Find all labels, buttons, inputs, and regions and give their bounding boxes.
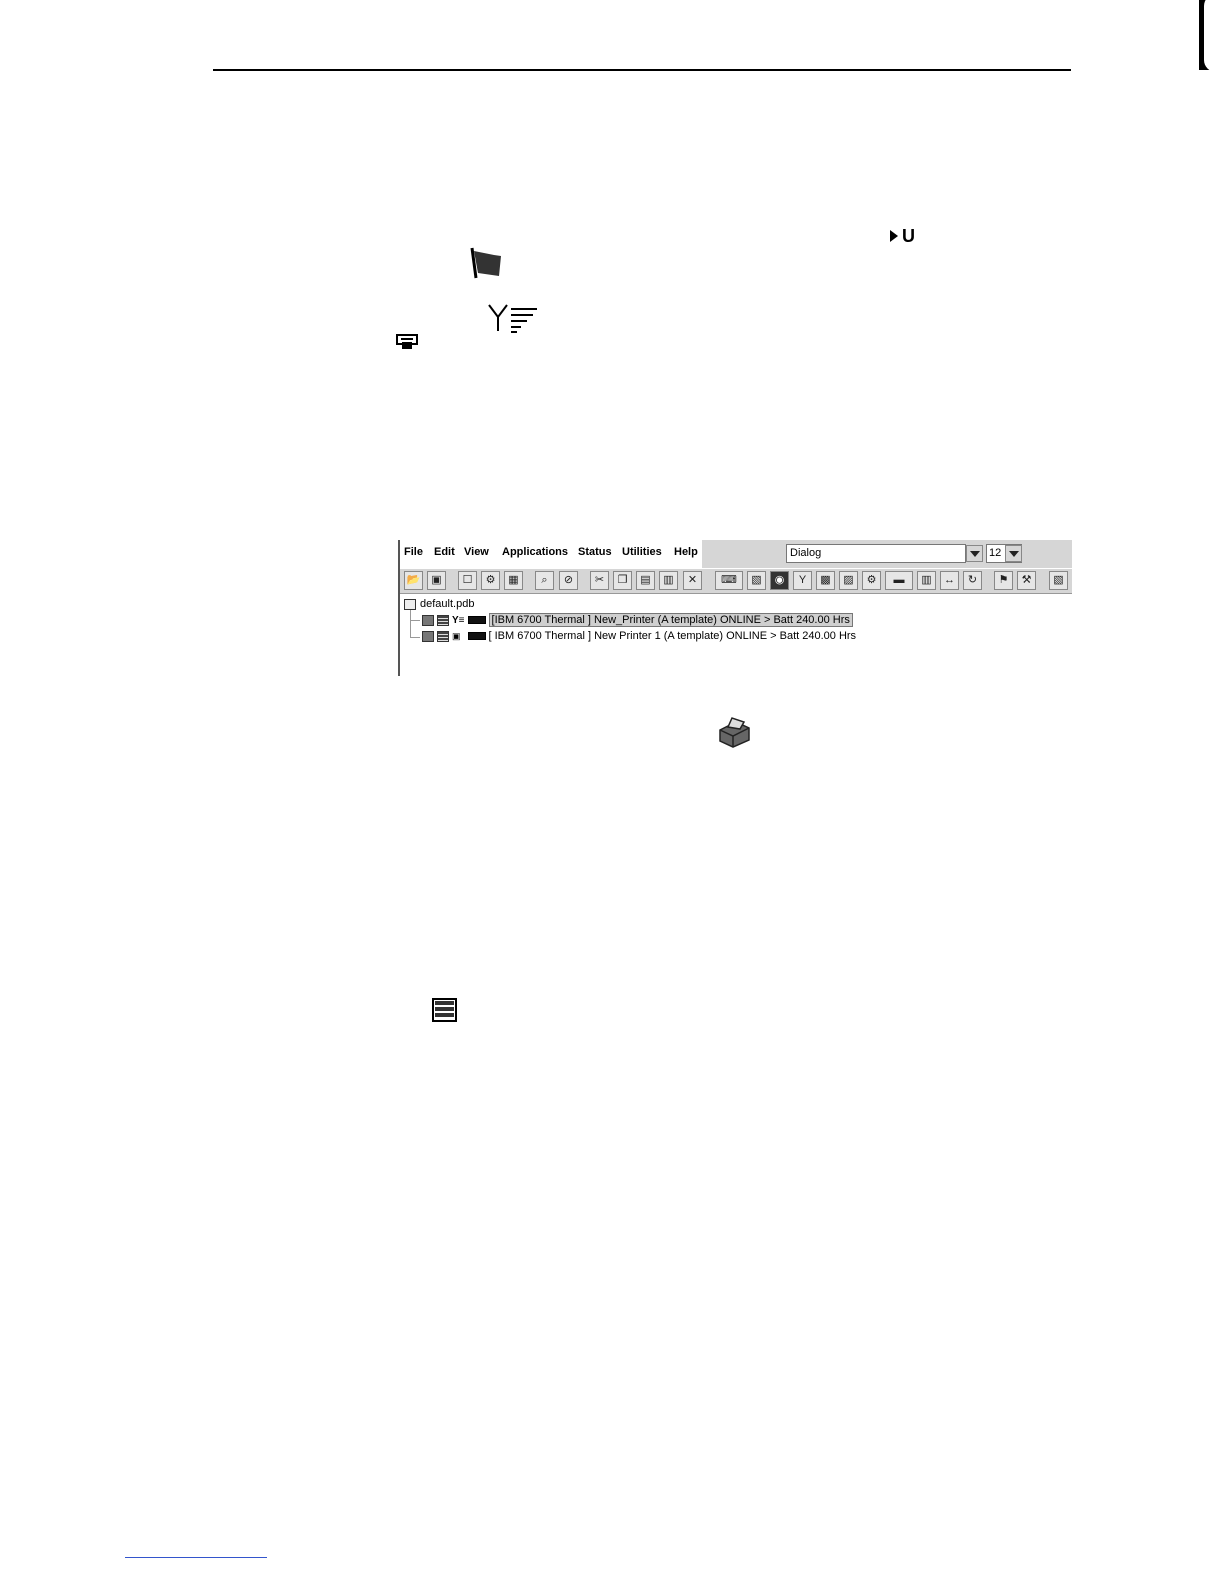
copy-icon[interactable]: ❐ [613,571,632,590]
inline-u-key: U [890,226,915,246]
antenna-icon: Y≡ [452,614,465,626]
disk-icon[interactable]: ◉ [770,571,789,590]
stop-icon[interactable]: ⊘ [559,571,578,590]
find-icon[interactable]: ⌕ [535,571,554,590]
printer-icon[interactable]: ▧ [747,571,766,590]
tree-connector [410,637,420,638]
printer-icon [422,614,434,626]
toolbar: 📂 ▣ ☐ ⚙ ▦ ⌕ ⊘ ✂ ❐ ▤ ▥ ✕ ⌨ ▧ ◉ Y ▩ ▨ ⚙ ▬ … [400,569,1072,594]
menu-help[interactable]: Help [674,546,698,558]
printer-help-icon[interactable]: ▧ [1049,571,1068,590]
list-icon [437,614,449,626]
tree-root-label: default.pdb [420,598,475,610]
printer-status-icon[interactable]: ▩ [816,571,835,590]
printer-tree: default.pdb Y≡ [IBM 6700 Thermal ] New_P… [400,594,1072,676]
tree-row-label: [IBM 6700 Thermal ] New_Printer (A templ… [488,613,853,627]
page-tab-edge-curve [1204,0,1224,72]
refresh-icon[interactable]: ↻ [963,571,982,590]
list-icon [437,630,449,642]
battery-icon [467,632,486,640]
keyboard-icon[interactable]: ⌨ [715,571,743,590]
network-icon: ▣ [452,630,461,641]
application-window: File Edit View Applications Status Utili… [398,540,1072,676]
display-icon[interactable]: ▬ [885,571,913,590]
font-size-dropdown-icon[interactable] [1005,545,1022,562]
printer-large-icon [719,717,750,748]
tree-connector [410,610,411,638]
menu-file[interactable]: File [404,546,423,558]
printer-settings-icon[interactable]: ⚙ [481,571,500,590]
menu-applications[interactable]: Applications [502,546,568,558]
connect-icon[interactable]: ↔ [940,571,959,590]
menu-utilities[interactable]: Utilities [622,546,662,558]
printer-small-icon [396,334,418,349]
flag-icon [470,247,501,279]
footer-link-rule [125,1557,267,1558]
folder-icon [404,598,416,610]
header-rule [213,69,1071,71]
printer-add-icon[interactable]: ▦ [504,571,523,590]
tree-row[interactable]: Y≡ [IBM 6700 Thermal ] New_Printer (A te… [422,613,853,627]
new-printer-icon[interactable]: ☐ [458,571,477,590]
antenna-icon[interactable]: Y [793,571,812,590]
font-name-select[interactable]: Dialog [786,544,966,563]
cut-icon[interactable]: ✂ [590,571,609,590]
open-icon[interactable]: 📂 [404,571,423,590]
delete-icon[interactable]: ✕ [683,571,702,590]
flag-small-icon[interactable]: ⚑ [994,571,1013,590]
printer-icon [422,630,434,642]
u-key-label: U [902,226,915,246]
paste-special-icon[interactable]: ▥ [659,571,678,590]
battery-icon [467,616,486,624]
right-triangle-icon [890,230,898,242]
menu-edit[interactable]: Edit [434,546,455,558]
list-bars-icon [432,998,457,1022]
paste-icon[interactable]: ▤ [636,571,655,590]
antenna-filter-icon [488,304,537,333]
tree-connector [410,620,420,621]
menubar: File Edit View Applications Status Utili… [400,540,1072,568]
printer-gear-icon[interactable]: ⚙ [862,571,881,590]
menu-status[interactable]: Status [578,546,612,558]
tree-root[interactable]: default.pdb [404,598,474,610]
tree-row[interactable]: ▣ [ IBM 6700 Thermal ] New Printer 1 (A … [422,630,856,642]
printer-net-icon[interactable]: ▨ [839,571,858,590]
save-icon[interactable]: ▣ [427,571,446,590]
tools-icon[interactable]: ⚒ [1017,571,1036,590]
menu-view[interactable]: View [464,546,489,558]
printer-file-icon[interactable]: ▥ [917,571,936,590]
tree-row-label: [ IBM 6700 Thermal ] New Printer 1 (A te… [488,630,857,642]
font-name-dropdown-icon[interactable] [966,545,983,562]
